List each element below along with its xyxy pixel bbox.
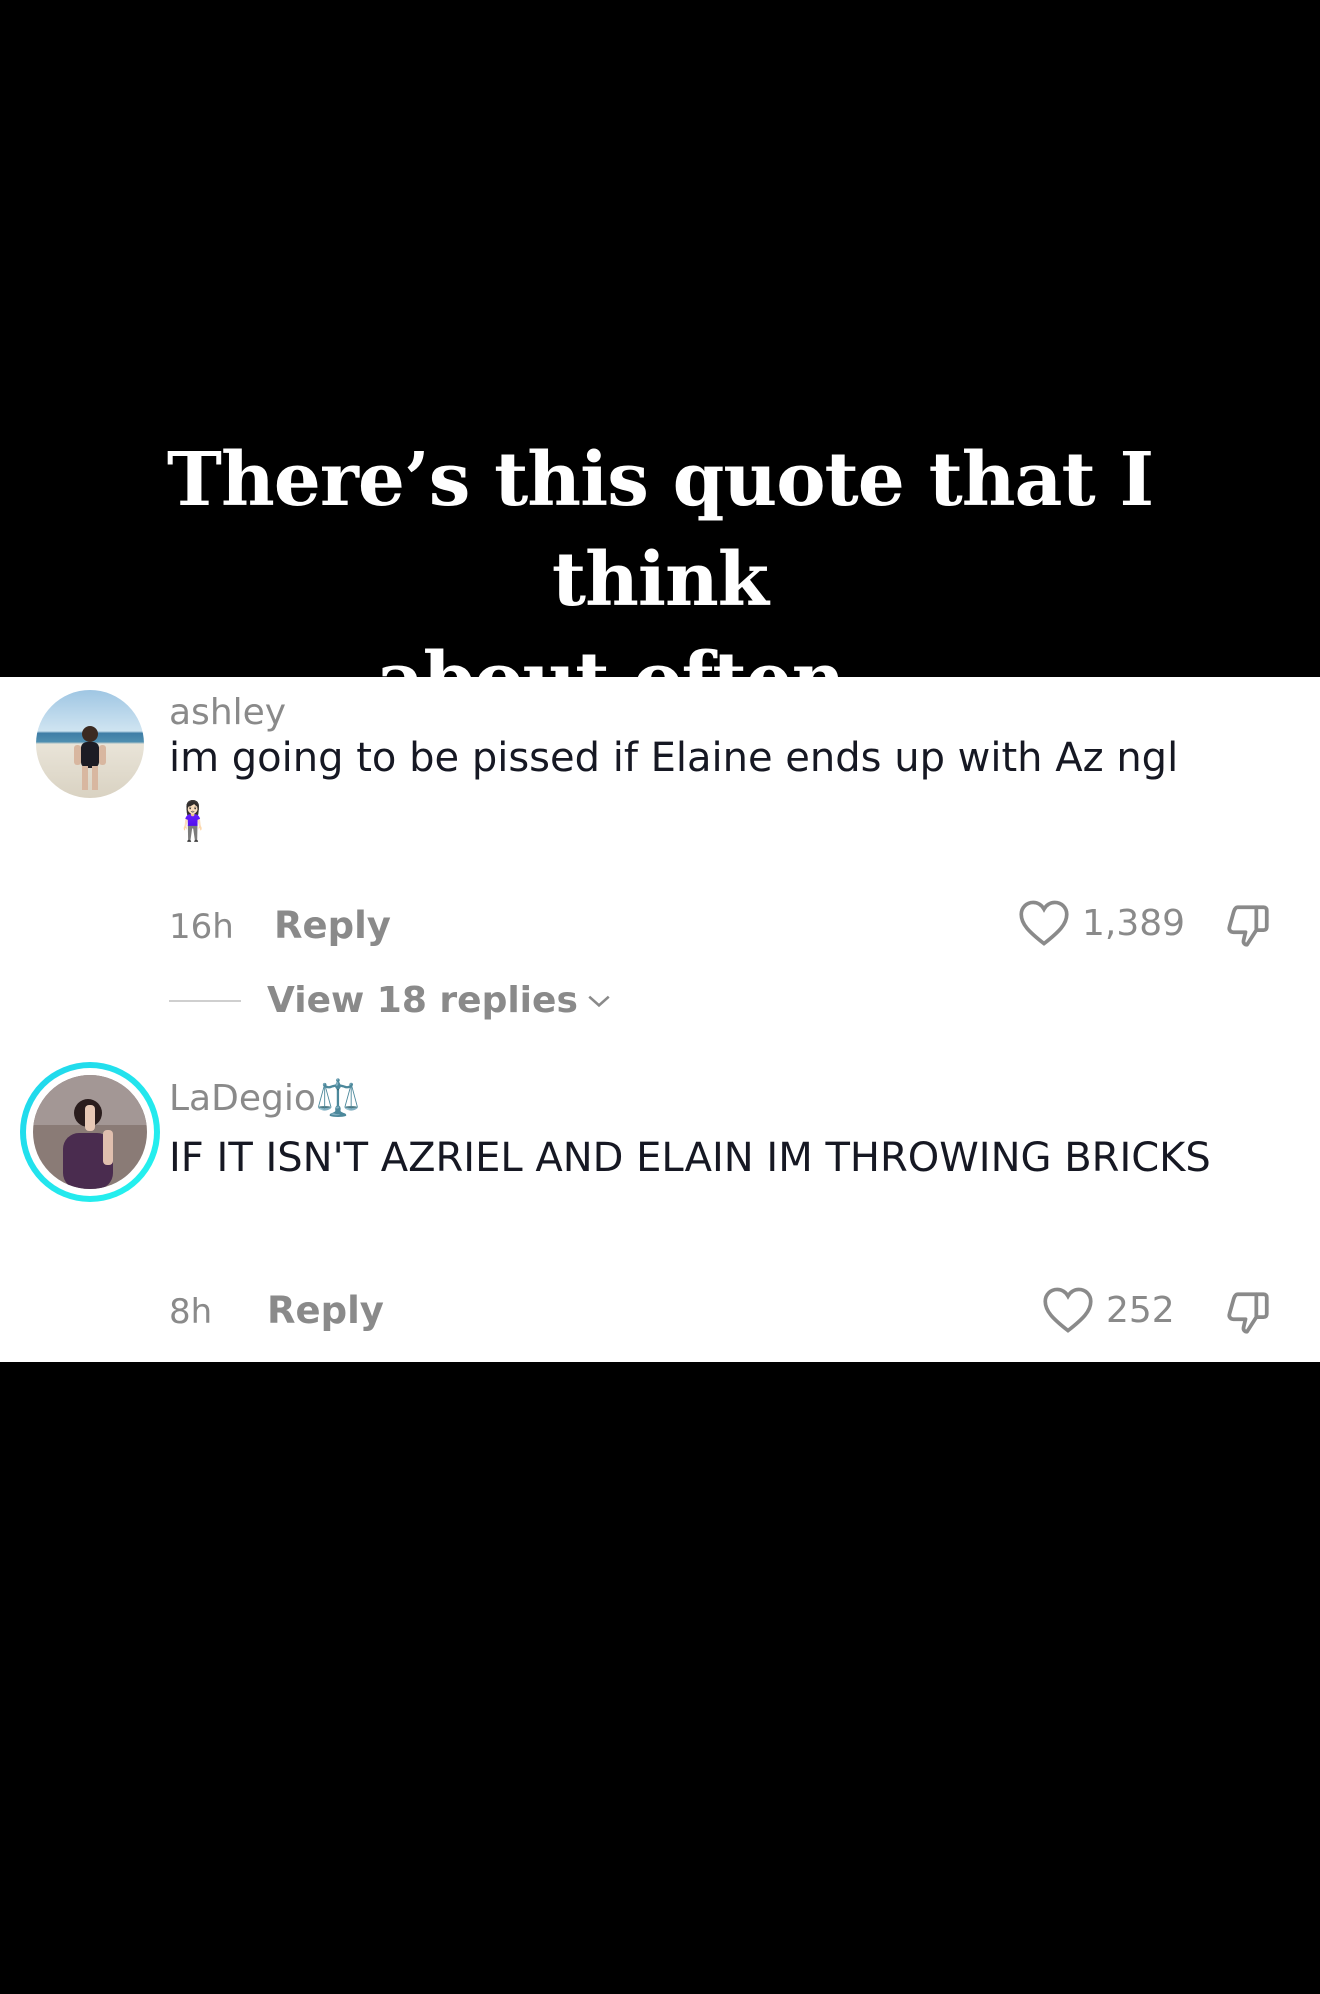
like-button[interactable]: 252 — [1042, 1286, 1175, 1334]
chevron-down-icon — [586, 991, 612, 1011]
view-replies-button[interactable]: View 18 replies — [169, 980, 612, 1021]
comment-time: 16h — [169, 907, 234, 947]
reply-button[interactable]: Reply — [274, 904, 391, 947]
reply-button[interactable]: Reply — [267, 1289, 384, 1332]
dislike-icon[interactable] — [1222, 901, 1274, 951]
standing-woman-emoji: 🧍🏻‍♀️ — [169, 799, 217, 843]
avatar-photo-story-ring — [33, 1075, 147, 1189]
comment-text-content: im going to be pissed if Elaine ends up … — [169, 735, 1179, 781]
comments-panel: ashley im going to be pissed if Elaine e… — [0, 677, 1320, 1362]
like-count: 252 — [1106, 1289, 1175, 1331]
view-replies-label: View 18 replies — [267, 980, 578, 1021]
heart-icon — [1018, 899, 1070, 947]
divider-line — [169, 999, 241, 1002]
like-count: 1,389 — [1082, 902, 1186, 944]
comment-text: IF IT ISN'T AZRIEL AND ELAIN IM THROWING… — [169, 1135, 1211, 1181]
avatar[interactable] — [36, 690, 144, 798]
comment-time: 8h — [169, 1292, 213, 1332]
caption-line-1: There’s this quote that I think — [166, 437, 1154, 623]
like-button[interactable]: 1,389 — [1018, 899, 1185, 947]
heart-icon — [1042, 1286, 1094, 1334]
avatar[interactable] — [20, 1062, 160, 1202]
comment-text: im going to be pissed if Elaine ends up … — [169, 727, 1249, 853]
dislike-icon[interactable] — [1222, 1288, 1274, 1338]
comment-username[interactable]: LaDegio⚖️ — [169, 1077, 361, 1119]
avatar-photo-beach — [36, 690, 144, 798]
